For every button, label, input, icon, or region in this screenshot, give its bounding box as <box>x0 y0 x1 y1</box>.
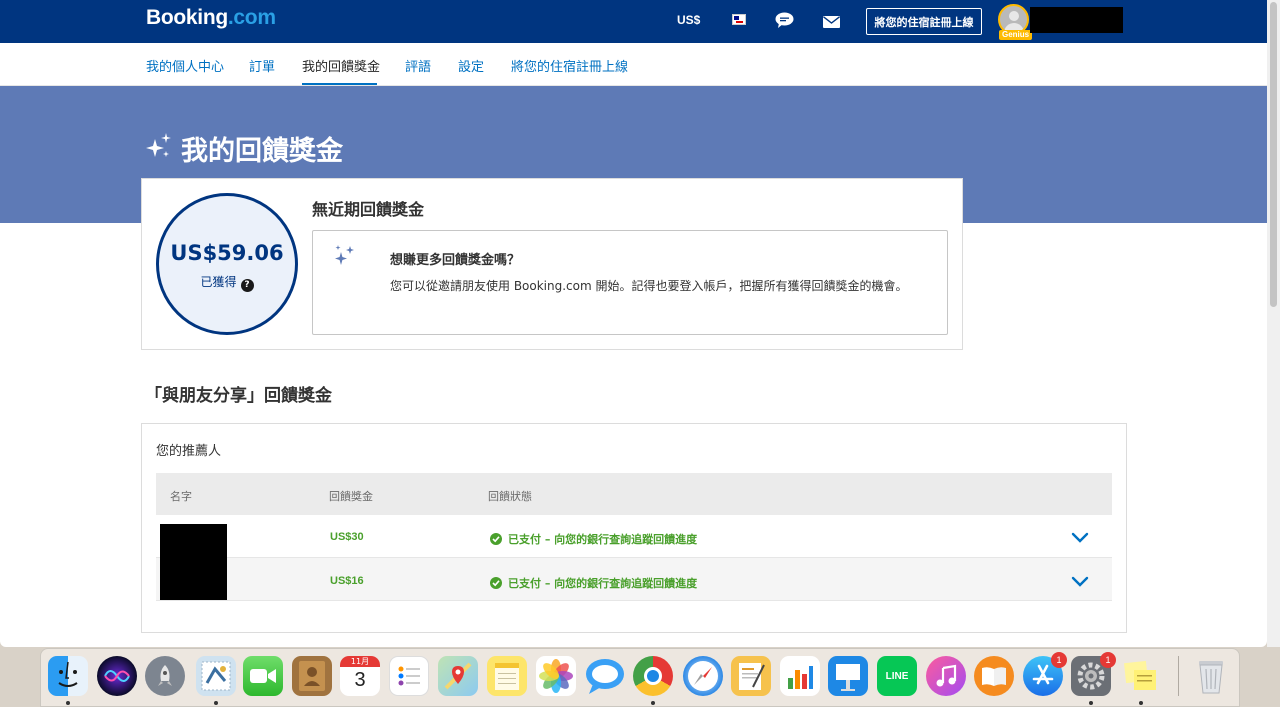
referrers-heading: 您的推薦人 <box>156 444 222 459</box>
line-label: LINE <box>885 670 909 682</box>
sparkle-icon <box>334 244 356 272</box>
balance-amount: US$59.06 <box>170 241 284 265</box>
column-header-status: 回饋狀態 <box>488 490 532 503</box>
account-nav: 我的個人中心 訂單 我的回饋獎金 評語 設定 將您的住宿註冊上線 <box>0 43 1267 86</box>
facetime-icon[interactable] <box>243 656 283 696</box>
table-header <box>156 473 1112 515</box>
messages-icon[interactable] <box>585 656 625 696</box>
browser-window: Booking.com US$ 將您的住宿註冊上線 Genius 我的個人中心 … <box>0 0 1267 647</box>
logo-dotcom: .com <box>227 6 276 29</box>
contacts-icon[interactable] <box>292 656 332 696</box>
notification-badge: 1 <box>1100 652 1116 668</box>
status-text: 已支付 – 向您的銀行查詢追蹤回饋進度 <box>508 577 698 590</box>
trash-icon[interactable] <box>1191 656 1231 696</box>
reward-status: 已支付 – 向您的銀行查詢追蹤回饋進度 <box>490 531 697 547</box>
finder-icon[interactable] <box>48 656 88 696</box>
reward-amount: US$16 <box>330 575 364 587</box>
scrollbar[interactable] <box>1267 0 1280 647</box>
nav-item-settings[interactable]: 設定 <box>458 56 484 75</box>
active-tab-underline <box>302 83 377 85</box>
maps-icon[interactable] <box>438 656 478 696</box>
genius-badge: Genius <box>999 30 1033 40</box>
calendar-month: 11月 <box>340 656 380 667</box>
nav-item-list-property[interactable]: 將您的住宿註冊上線 <box>511 56 628 75</box>
logo-text: Booking <box>146 6 228 29</box>
list-property-button[interactable]: 將您的住宿註冊上線 <box>866 8 982 35</box>
earned-label: 已獲得? <box>156 273 298 292</box>
nav-item-dashboard[interactable]: 我的個人中心 <box>146 56 224 75</box>
notification-badge: 1 <box>1051 652 1067 668</box>
scrollbar-thumb[interactable] <box>1270 2 1277 307</box>
mail-icon[interactable] <box>823 13 840 32</box>
promo-text: 您可以從邀請朋友使用 Booking.com 開始。記得也要登入帳戶，把握所有獲… <box>390 279 908 293</box>
nav-item-bookings[interactable]: 訂單 <box>249 56 275 75</box>
username-redacted[interactable] <box>1030 7 1123 33</box>
status-text: 已支付 – 向您的銀行查詢追蹤回饋進度 <box>508 533 698 546</box>
running-indicator <box>651 701 655 705</box>
column-header-reward: 回饋獎金 <box>329 490 373 503</box>
sparkle-icon <box>146 131 172 165</box>
chat-icon[interactable] <box>775 12 794 32</box>
page-title: 我的回饋獎金 <box>181 136 343 167</box>
referrer-name-redacted <box>160 524 227 600</box>
safari-icon[interactable] <box>683 656 723 696</box>
check-icon <box>490 533 502 545</box>
dock-separator <box>1178 656 1179 696</box>
reminders-icon[interactable] <box>389 656 429 696</box>
mail-stamp-icon[interactable] <box>196 656 236 696</box>
line-icon[interactable]: LINE <box>877 656 917 696</box>
chevron-down-icon[interactable] <box>1071 573 1089 592</box>
promo-title: 想賺更多回饋獎金嗎？ <box>390 253 521 268</box>
siri-icon[interactable] <box>97 656 137 696</box>
stickies-icon[interactable] <box>1121 656 1161 696</box>
launchpad-icon[interactable] <box>145 656 185 696</box>
check-icon <box>490 577 502 589</box>
chrome-icon[interactable] <box>633 656 673 696</box>
recent-rewards-heading: 無近期回饋獎金 <box>312 200 425 219</box>
section-title: 「與朋友分享」回饋獎金 <box>145 386 332 406</box>
keynote-icon[interactable] <box>828 656 868 696</box>
itunes-icon[interactable] <box>926 656 966 696</box>
help-icon[interactable]: ? <box>240 279 254 292</box>
reward-amount: US$30 <box>330 531 364 543</box>
books-icon[interactable] <box>974 656 1014 696</box>
running-indicator <box>1089 701 1093 705</box>
earned-text: 已獲得 <box>200 275 237 289</box>
numbers-icon[interactable] <box>780 656 820 696</box>
running-indicator <box>214 701 218 705</box>
notes-icon[interactable] <box>487 656 527 696</box>
nav-item-reviews[interactable]: 評語 <box>405 56 431 75</box>
currency-selector[interactable]: US$ <box>677 13 700 27</box>
chevron-down-icon[interactable] <box>1071 529 1089 548</box>
running-indicator <box>1139 701 1143 705</box>
language-flag-icon[interactable] <box>732 14 746 25</box>
running-indicator <box>66 701 70 705</box>
booking-logo[interactable]: Booking.com <box>146 6 276 30</box>
column-header-name: 名字 <box>170 490 192 503</box>
chrome-center <box>644 667 662 685</box>
top-header: Booking.com US$ 將您的住宿註冊上線 Genius <box>0 0 1267 43</box>
calendar-icon[interactable]: 11月 3 <box>340 656 380 696</box>
reward-status: 已支付 – 向您的銀行查詢追蹤回饋進度 <box>490 575 697 591</box>
photos-icon[interactable] <box>536 656 576 696</box>
nav-item-rewards[interactable]: 我的回饋獎金 <box>302 56 380 75</box>
calendar-day: 3 <box>354 669 366 691</box>
pages-icon[interactable] <box>731 656 771 696</box>
